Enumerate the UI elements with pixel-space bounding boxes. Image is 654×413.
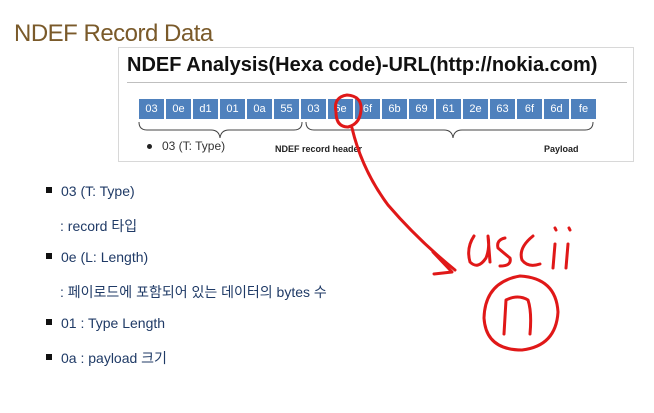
handwritten-annotation: [334, 93, 572, 352]
